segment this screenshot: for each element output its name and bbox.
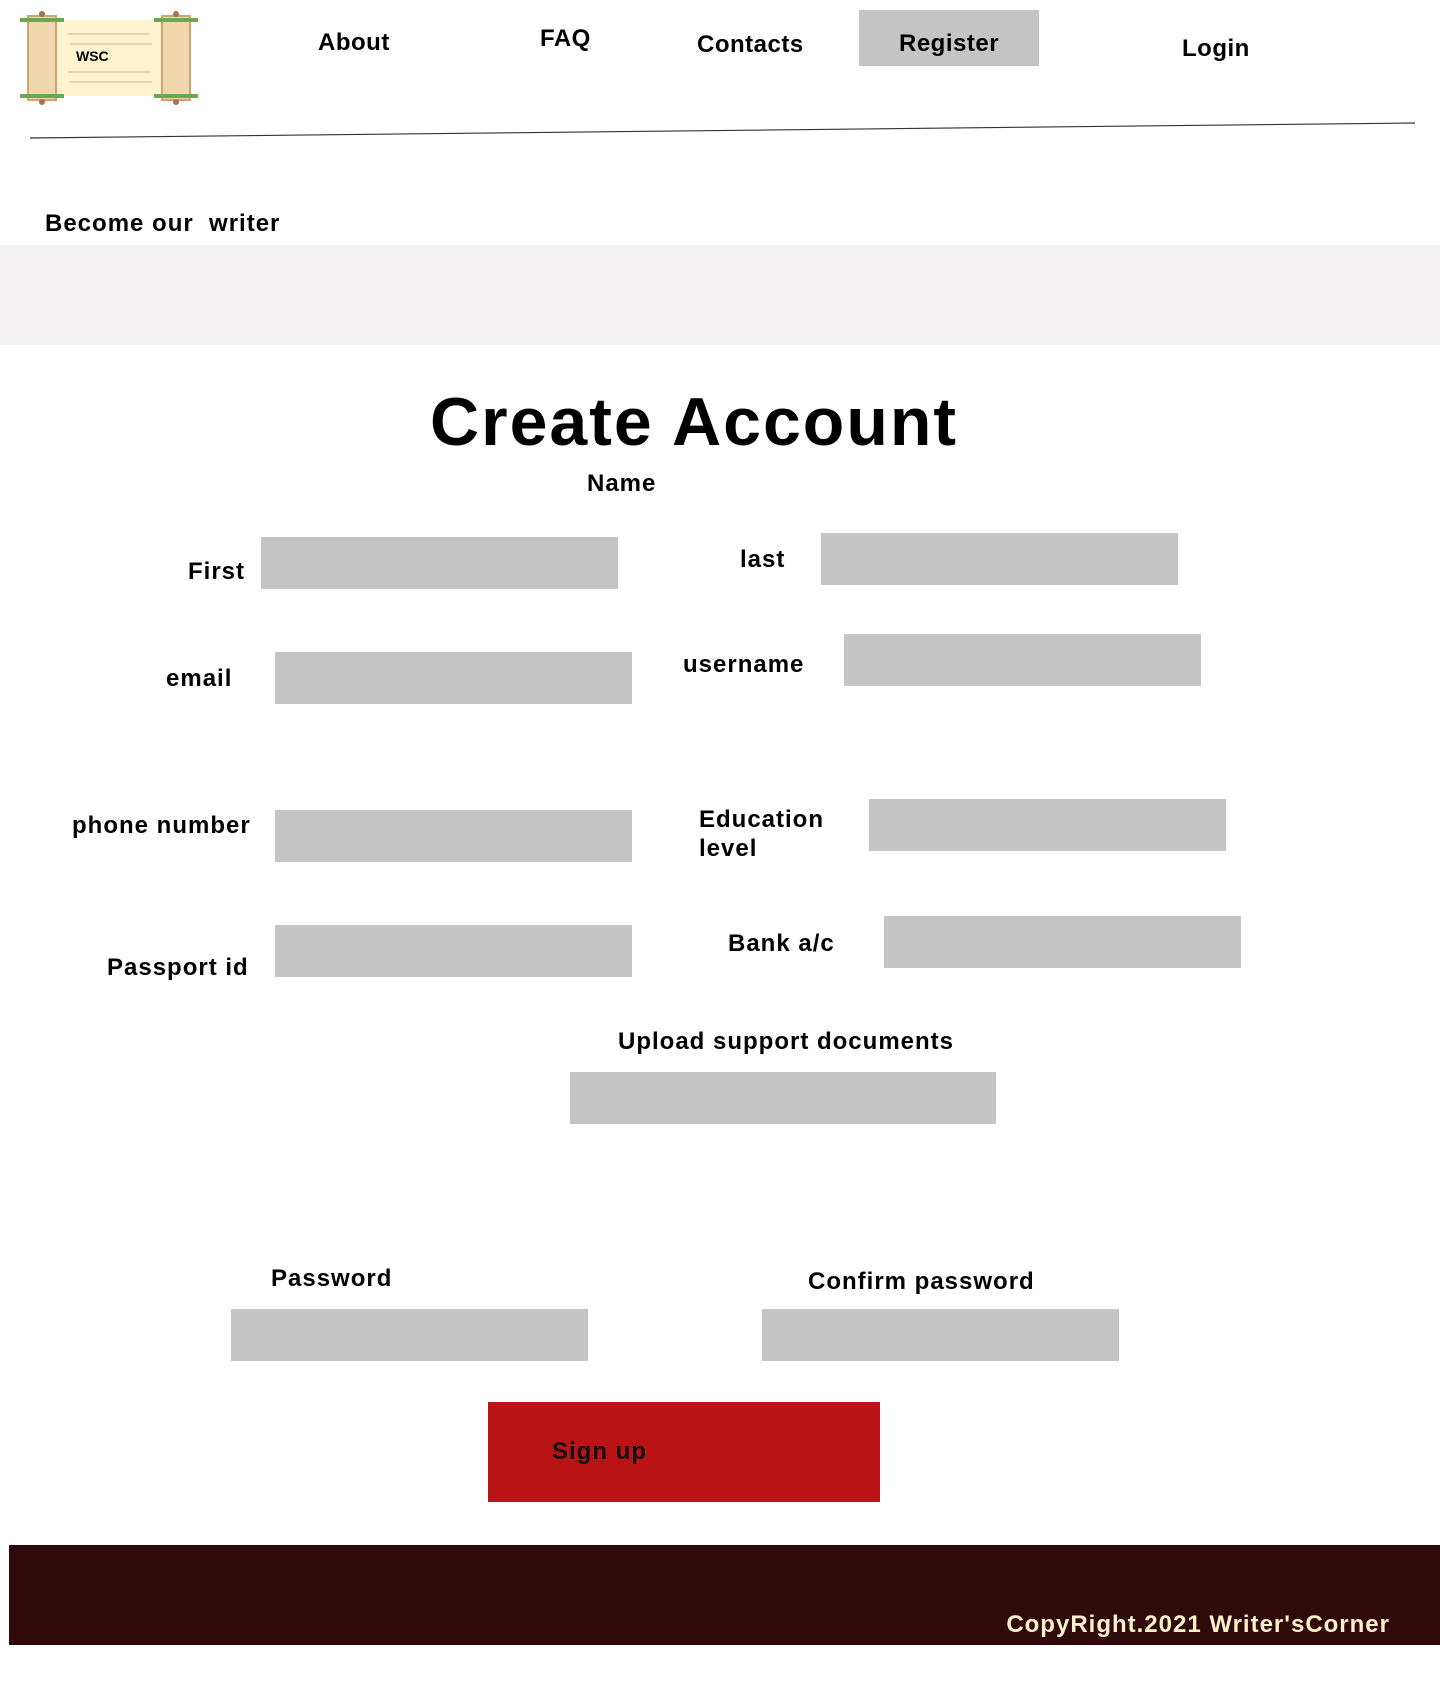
bank-account-label: Bank a/c — [728, 930, 835, 957]
confirm-password-label: Confirm password — [808, 1268, 1035, 1295]
upload-documents-field[interactable] — [570, 1072, 996, 1124]
first-name-label: First — [188, 558, 246, 585]
email-label: email — [166, 665, 233, 692]
become-writer-heading: Become our writer — [45, 210, 281, 237]
first-name-input[interactable] — [261, 537, 618, 589]
nav-login[interactable]: Login — [1182, 35, 1250, 63]
passport-id-input[interactable] — [275, 925, 632, 977]
banner-band — [0, 245, 1440, 345]
username-label: username — [683, 651, 805, 678]
passport-id-label: Passport id — [107, 954, 249, 981]
last-name-label: last — [740, 546, 786, 573]
education-level-label: Education — [699, 806, 825, 833]
logo-text: WSC — [76, 48, 109, 64]
sign-up-button[interactable]: Sign up — [488, 1402, 880, 1502]
name-label: Name — [587, 470, 657, 497]
header-divider — [29, 122, 1416, 139]
page-title: Create Account — [430, 384, 959, 460]
last-name-input[interactable] — [821, 533, 1178, 585]
scroll-icon — [20, 11, 198, 105]
education-level-input[interactable] — [869, 799, 1226, 851]
nav-contacts[interactable]: Contacts — [697, 31, 804, 59]
nav-register[interactable]: Register — [859, 10, 1039, 66]
page: WSC About FAQ Contacts Register Login Be… — [0, 0, 1440, 1682]
password-label: Password — [271, 1265, 393, 1292]
education-level-label-line2: level — [699, 835, 758, 862]
bank-account-input[interactable] — [884, 916, 1241, 968]
upload-documents-label: Upload support documents — [618, 1028, 954, 1055]
password-input[interactable] — [231, 1309, 588, 1361]
footer-copyright: CopyRight.2021 Writer'sCorner — [1006, 1611, 1390, 1638]
username-input[interactable] — [844, 634, 1201, 686]
nav-register-label: Register — [899, 30, 1000, 57]
logo[interactable]: WSC — [20, 10, 198, 106]
email-input[interactable] — [275, 652, 632, 704]
phone-number-label: phone number — [72, 812, 251, 839]
confirm-password-input[interactable] — [762, 1309, 1119, 1361]
nav-about[interactable]: About — [318, 29, 390, 57]
phone-number-input[interactable] — [275, 810, 632, 862]
nav-faq[interactable]: FAQ — [540, 25, 591, 53]
